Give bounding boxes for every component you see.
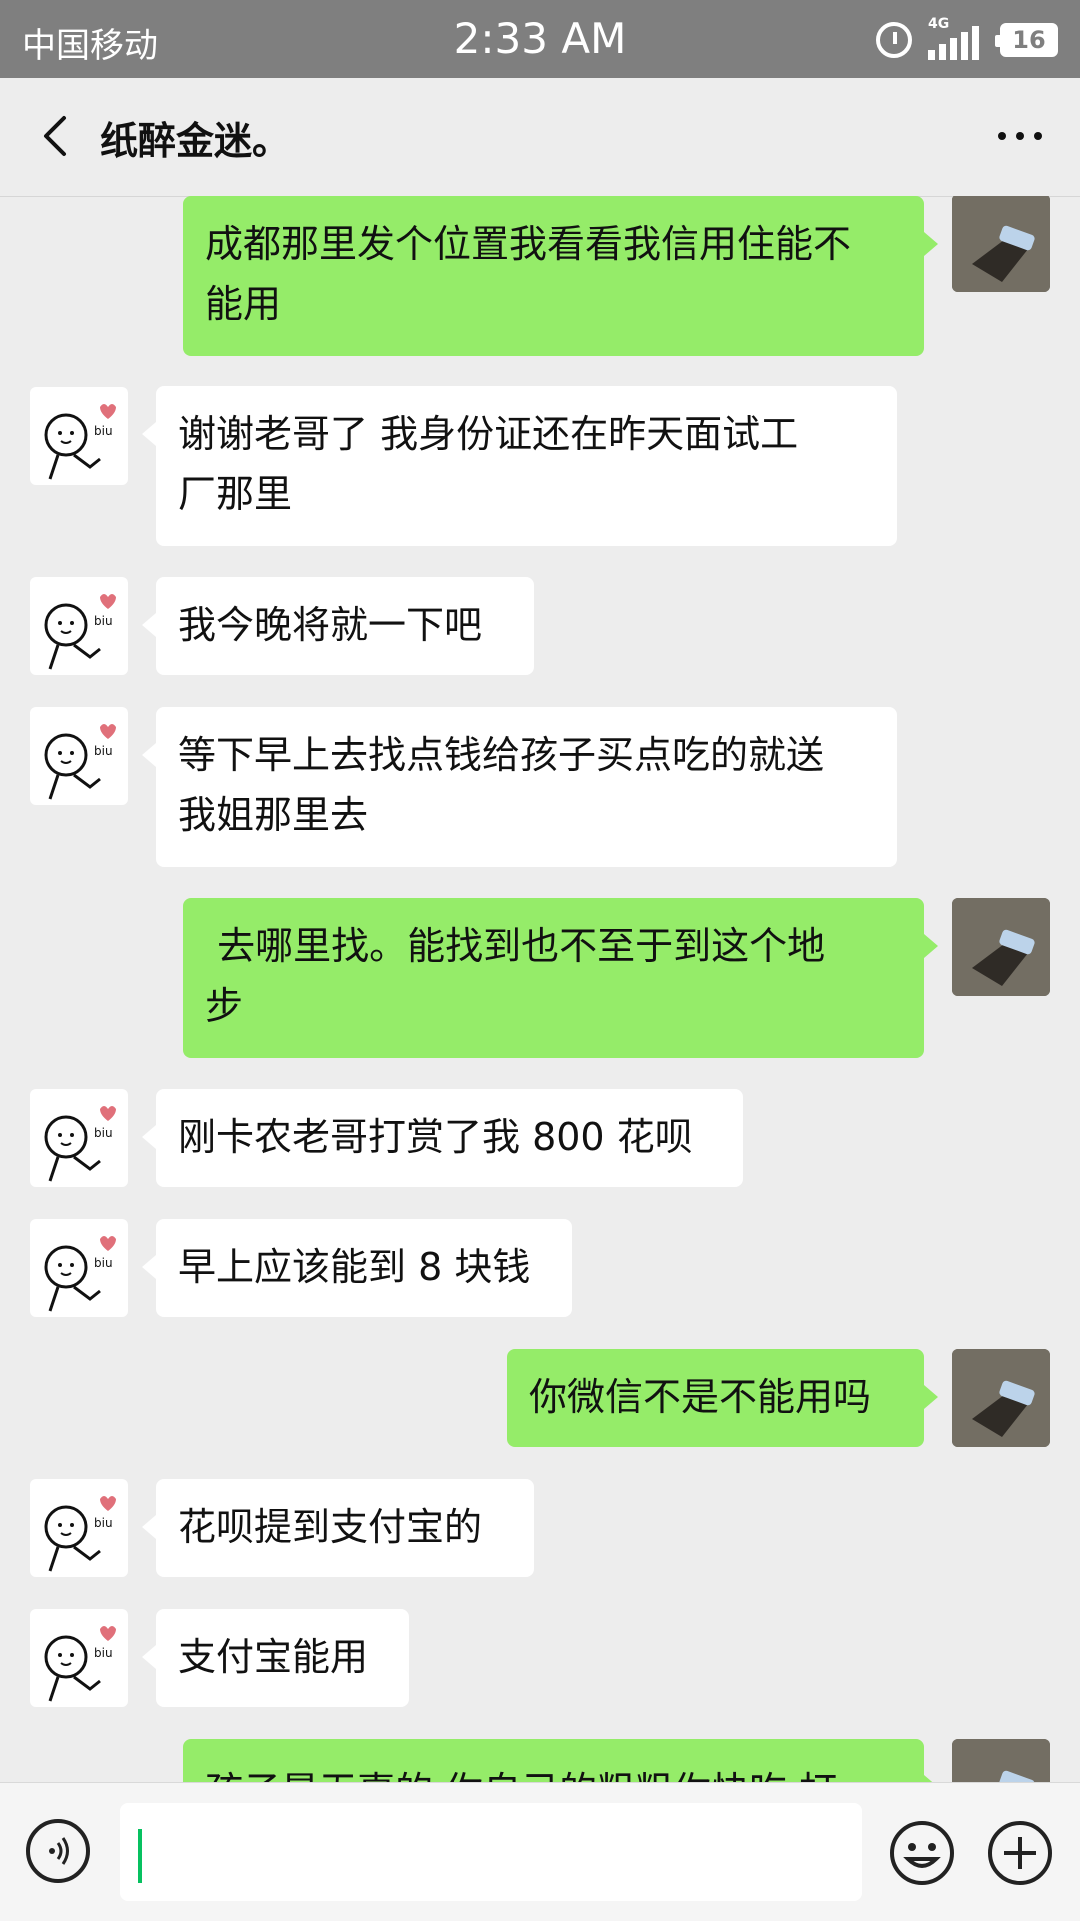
chat-header: 纸醉金迷。 — [0, 78, 1080, 197]
alarm-icon — [876, 22, 912, 58]
contact-avatar[interactable]: biu — [30, 387, 128, 485]
message-line: 我姐那里去 — [178, 793, 369, 837]
sent-message-bubble[interactable]: 去哪里找。能找到也不至于到这个地 步 — [183, 898, 938, 1058]
message-line: 厂那里 — [178, 472, 293, 516]
received-message-bubble[interactable]: 花呗提到支付宝的 — [142, 1479, 534, 1577]
avatar-badge: biu — [94, 1516, 113, 1530]
message-line: 步 — [205, 984, 244, 1028]
avatar-badge: biu — [94, 1126, 113, 1140]
received-message-bubble[interactable]: 支付宝能用 — [142, 1609, 409, 1707]
plus-icon[interactable] — [986, 1819, 1054, 1887]
message-line: 刚卡农老哥打赏了我 800 花呗 — [178, 1115, 693, 1159]
message-line: 支付宝能用 — [178, 1635, 369, 1679]
voice-input-button[interactable] — [26, 1819, 90, 1883]
battery-icon: 16 — [995, 23, 1058, 57]
my-avatar[interactable] — [952, 898, 1050, 996]
received-message-bubble[interactable]: 刚卡农老哥打赏了我 800 花呗 — [142, 1089, 743, 1187]
contact-avatar[interactable]: biu — [30, 707, 128, 805]
signal-icon: 4G — [928, 16, 984, 60]
voice-icon — [49, 1837, 69, 1865]
text-caret — [138, 1829, 142, 1883]
my-avatar[interactable] — [952, 1739, 1050, 1782]
message-line: 孩子是无辜的 你自己的粗粗你快吃 打 — [205, 1761, 902, 1782]
received-message-bubble[interactable]: 我今晚将就一下吧 — [142, 577, 534, 675]
avatar-badge: biu — [94, 424, 113, 438]
contact-avatar[interactable]: biu — [30, 577, 128, 675]
sent-message-bubble[interactable]: 你微信不是不能用吗 — [507, 1349, 938, 1447]
received-message-bubble[interactable]: 等下早上去找点钱给孩子买点吃的就送 我姐那里去 — [142, 707, 897, 867]
input-bar — [0, 1782, 1080, 1921]
more-options-icon[interactable] — [990, 108, 1050, 164]
message-line: 早上应该能到 8 块钱 — [178, 1245, 531, 1289]
message-line: 我今晚将就一下吧 — [178, 603, 483, 647]
back-icon[interactable] — [30, 108, 86, 164]
message-list[interactable]: 成都那里发个位置我看看我信用住能不 能用 biu 谢谢老哥了 我身份证还在昨天面… — [0, 196, 1080, 1782]
message-line: 花呗提到支付宝的 — [178, 1505, 483, 1549]
message-line: 你微信不是不能用吗 — [529, 1375, 872, 1419]
message-line: 谢谢老哥了 我身份证还在昨天面试工 — [178, 412, 799, 456]
contact-avatar[interactable]: biu — [30, 1219, 128, 1317]
message-line: 能用 — [205, 282, 282, 326]
my-avatar[interactable] — [952, 196, 1050, 292]
avatar-badge: biu — [94, 744, 113, 758]
contact-avatar[interactable]: biu — [30, 1479, 128, 1577]
contact-avatar[interactable]: biu — [30, 1089, 128, 1187]
message-input[interactable] — [120, 1803, 862, 1901]
emoji-icon[interactable] — [888, 1819, 956, 1887]
message-line: 成都那里发个位置我看看我信用住能不 — [205, 222, 852, 266]
received-message-bubble[interactable]: 谢谢老哥了 我身份证还在昨天面试工 厂那里 — [142, 386, 897, 546]
received-message-bubble[interactable]: 早上应该能到 8 块钱 — [142, 1219, 572, 1317]
status-bar: 中国移动 2:33 AM 4G 16 — [0, 0, 1080, 78]
contact-avatar[interactable]: biu — [30, 1609, 128, 1707]
battery-level: 16 — [1012, 26, 1046, 54]
sent-message-bubble[interactable]: 孩子是无辜的 你自己的粗粗你快吃 打 — [183, 1739, 938, 1782]
my-avatar[interactable] — [952, 1349, 1050, 1447]
avatar-badge: biu — [94, 614, 113, 628]
message-line: 去哪里找。能找到也不至于到这个地 — [205, 924, 826, 968]
avatar-badge: biu — [94, 1646, 113, 1660]
message-line: 等下早上去找点钱给孩子买点吃的就送 — [178, 733, 825, 777]
chat-title: 纸醉金迷。 — [100, 119, 291, 163]
sent-message-bubble[interactable]: 成都那里发个位置我看看我信用住能不 能用 — [183, 196, 938, 356]
avatar-badge: biu — [94, 1256, 113, 1270]
